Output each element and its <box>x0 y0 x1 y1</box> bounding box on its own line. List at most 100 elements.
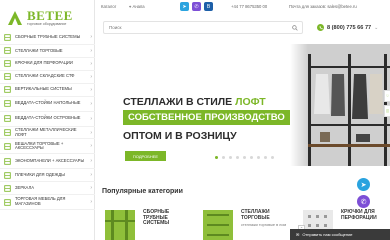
top-bar: Каталог ⌖ Анапа ➤ ✆ В +44 77 8675350 00 … <box>95 0 390 13</box>
chevron-right-icon: › <box>90 185 92 192</box>
hero-production-strip: СОБСТВЕННОЕ ПРОИЗВОДСТВО <box>123 110 290 125</box>
favorites-rail-icon[interactable]: ♡ <box>384 90 390 102</box>
category-icon <box>4 86 11 93</box>
logo[interactable]: BETEE торговое оборудование <box>6 8 92 30</box>
sidebar-category-item[interactable]: Вертикальные системы › <box>0 84 95 97</box>
logo-mark-icon <box>8 11 22 25</box>
sidebar-category-item[interactable]: Плечики для одежды › <box>0 169 95 183</box>
slider-dot[interactable] <box>264 156 267 159</box>
chat-icon: ✉ <box>296 232 300 237</box>
category-card-title: СБОРНЫЕ ТРУБНЫЕ СИСТЕМЫ <box>143 209 170 227</box>
sidebar-category-label: Стеллажи торговые <box>15 47 63 53</box>
sidebar-category-label: Крючки для перфорации <box>15 60 73 66</box>
sidebar-category-item[interactable]: Зеркала › <box>0 182 95 196</box>
hero-banner: СТЕЛЛАЖИ В СТИЛЕ ЛОФТ СОБСТВЕННОЕ ПРОИЗВ… <box>95 44 390 166</box>
search-box <box>103 21 303 34</box>
chevron-right-icon: › <box>90 100 92 107</box>
chat-widget[interactable]: ✉ Отправить нам сообщение <box>290 229 390 240</box>
city-label: Анапа <box>132 4 145 9</box>
slider-dot[interactable] <box>222 156 225 159</box>
sidebar-category-label: Вертикальные системы <box>15 86 72 92</box>
sidebar-category-label: Веддата-стойки островные <box>15 115 81 121</box>
sidebar-category-label: Экономпанели + аксессуары <box>15 158 85 164</box>
category-icon <box>4 73 11 80</box>
sidebar-category-item[interactable]: Стеллажи торговые › <box>0 45 95 58</box>
category-icon <box>4 185 11 192</box>
chevron-right-icon: › <box>90 60 92 67</box>
telegram-icon[interactable]: ➤ <box>180 2 189 11</box>
slider-dot[interactable] <box>229 156 232 159</box>
slider-dot[interactable] <box>243 156 246 159</box>
category-icon <box>4 143 11 150</box>
sidebar-category-label: Зеркала <box>15 184 34 190</box>
sidebar-category-item[interactable]: Веддата-стойки напольные › <box>0 97 95 112</box>
sidebar-category-item[interactable]: Экономпанели + аксессуары › <box>0 154 95 170</box>
category-icon <box>4 158 11 165</box>
hero-wholesale-text: ОПТОМ И В РОЗНИЦУ <box>123 130 237 142</box>
sidebar-category-label: Стеллажи металлические лофт <box>15 126 77 137</box>
chevron-right-icon: › <box>90 47 92 54</box>
vk-icon[interactable]: В <box>204 2 213 11</box>
category-card-subtitle: стеллажи торговые в лом <box>241 223 287 228</box>
cart-rail-icon[interactable]: ◫ <box>384 105 390 117</box>
category-list: Сборные трубные системы › Стеллажи торговы… <box>0 30 95 211</box>
category-card-image <box>203 210 233 240</box>
category-card-title: КРЮЧКИ ДЛЯ ПЕРФОРАЦИИ <box>341 209 377 221</box>
chevron-right-icon: › <box>90 73 92 80</box>
sidebar-category-item[interactable]: Торговая мебель для магазинов › <box>0 195 95 211</box>
sidebar-category-item[interactable]: Вешалки торговые + аксессуары › <box>0 139 95 155</box>
top-phone[interactable]: +44 77 8675350 00 <box>231 4 267 9</box>
sidebar-category-item[interactable]: Веддата-стойки островные › <box>0 112 95 127</box>
sidebar-category-item[interactable]: Стеллажи металлические лофт › <box>0 127 95 140</box>
chevron-right-icon: › <box>90 34 92 40</box>
catalog-link[interactable]: Каталог <box>101 4 116 9</box>
logo-subtitle: торговое оборудование <box>27 22 67 26</box>
viber-icon[interactable]: ✆ <box>192 2 201 11</box>
chevron-down-icon[interactable]: ⌄ <box>374 25 378 31</box>
sidebar-category-label: Вешалки торговые + аксессуары <box>15 140 64 151</box>
sidebar-category-label: Стеллажи складские СТФ <box>15 73 75 79</box>
slider-dot[interactable] <box>271 156 274 159</box>
slider-dot[interactable] <box>215 156 218 159</box>
viber-chat-icon[interactable]: ✆ <box>357 195 370 208</box>
chevron-right-icon: › <box>90 129 92 136</box>
sidebar-category-label: Веддата-стойки напольные <box>15 100 81 106</box>
search-icon[interactable] <box>292 25 298 31</box>
category-card[interactable]: СБОРНЫЕ ТРУБНЫЕ СИСТЕМЫ <box>105 209 190 240</box>
loft-shelf-photo <box>290 44 390 166</box>
category-icon <box>4 100 11 107</box>
chevron-right-icon: › <box>90 199 92 206</box>
category-icon <box>4 199 11 206</box>
hero-headline: СТЕЛЛАЖИ В СТИЛЕ ЛОФТ <box>123 96 266 108</box>
category-icon <box>4 33 11 41</box>
slider-dot[interactable] <box>257 156 260 159</box>
category-icon <box>4 129 11 136</box>
chevron-right-icon: › <box>90 143 92 150</box>
chevron-right-icon: › <box>90 115 92 122</box>
category-icon <box>4 60 11 68</box>
city-selector[interactable]: ⌖ Анапа <box>129 4 145 9</box>
popular-categories-title: Популярные категории <box>102 188 183 195</box>
sidebar-category-label: Торговая мебель для магазинов <box>15 196 66 207</box>
chevron-right-icon: › <box>90 86 92 93</box>
phone-icon <box>317 24 324 31</box>
slider-dot[interactable] <box>250 156 253 159</box>
category-card[interactable]: СТЕЛЛАЖИ ТОРГОВЫЕ стеллажи торговые в лом <box>203 209 293 240</box>
slider-dot[interactable] <box>236 156 239 159</box>
category-icon <box>4 47 11 55</box>
search-input[interactable] <box>109 25 279 30</box>
category-icon <box>4 172 11 179</box>
hero-headline-accent: ЛОФТ <box>235 96 266 108</box>
sidebar-category-label: Сборные трубные системы <box>15 33 81 39</box>
telegram-chat-icon[interactable]: ➤ <box>357 178 370 191</box>
category-sidebar: BETEE торговое оборудование Сборные труб… <box>0 0 95 240</box>
sidebar-category-item[interactable]: Крючки для перфорации › <box>0 58 95 71</box>
details-button[interactable]: ПОДРОБНЕЕ <box>125 151 166 161</box>
sidebar-category-item[interactable]: Стеллажи складские СТФ › <box>0 71 95 84</box>
order-email[interactable]: Почта для заказов: sales@betee.ru <box>289 4 357 9</box>
header-phone[interactable]: 8 (800) 775 66 77 ⌄ <box>317 24 378 31</box>
category-card-title: СТЕЛЛАЖИ ТОРГОВЫЕ <box>241 209 270 221</box>
phone-number: 8 (800) 775 66 77 <box>327 24 372 31</box>
sidebar-category-item[interactable]: Сборные трубные системы › <box>0 30 95 45</box>
chevron-right-icon: › <box>90 158 92 165</box>
